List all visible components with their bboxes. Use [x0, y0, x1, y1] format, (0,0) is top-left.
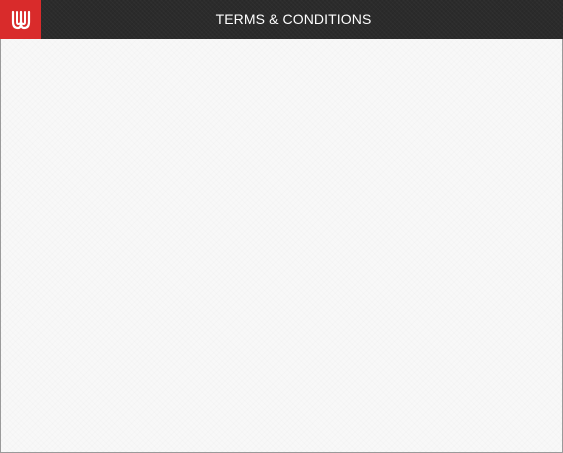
brand-logo-icon: [9, 8, 33, 32]
terms-window: TERMS & CONDITIONS: [0, 0, 563, 453]
title-bar: TERMS & CONDITIONS: [0, 0, 563, 39]
terms-content-area[interactable]: [0, 39, 563, 453]
brand-logo: [0, 0, 41, 39]
window-title: TERMS & CONDITIONS: [215, 11, 372, 27]
